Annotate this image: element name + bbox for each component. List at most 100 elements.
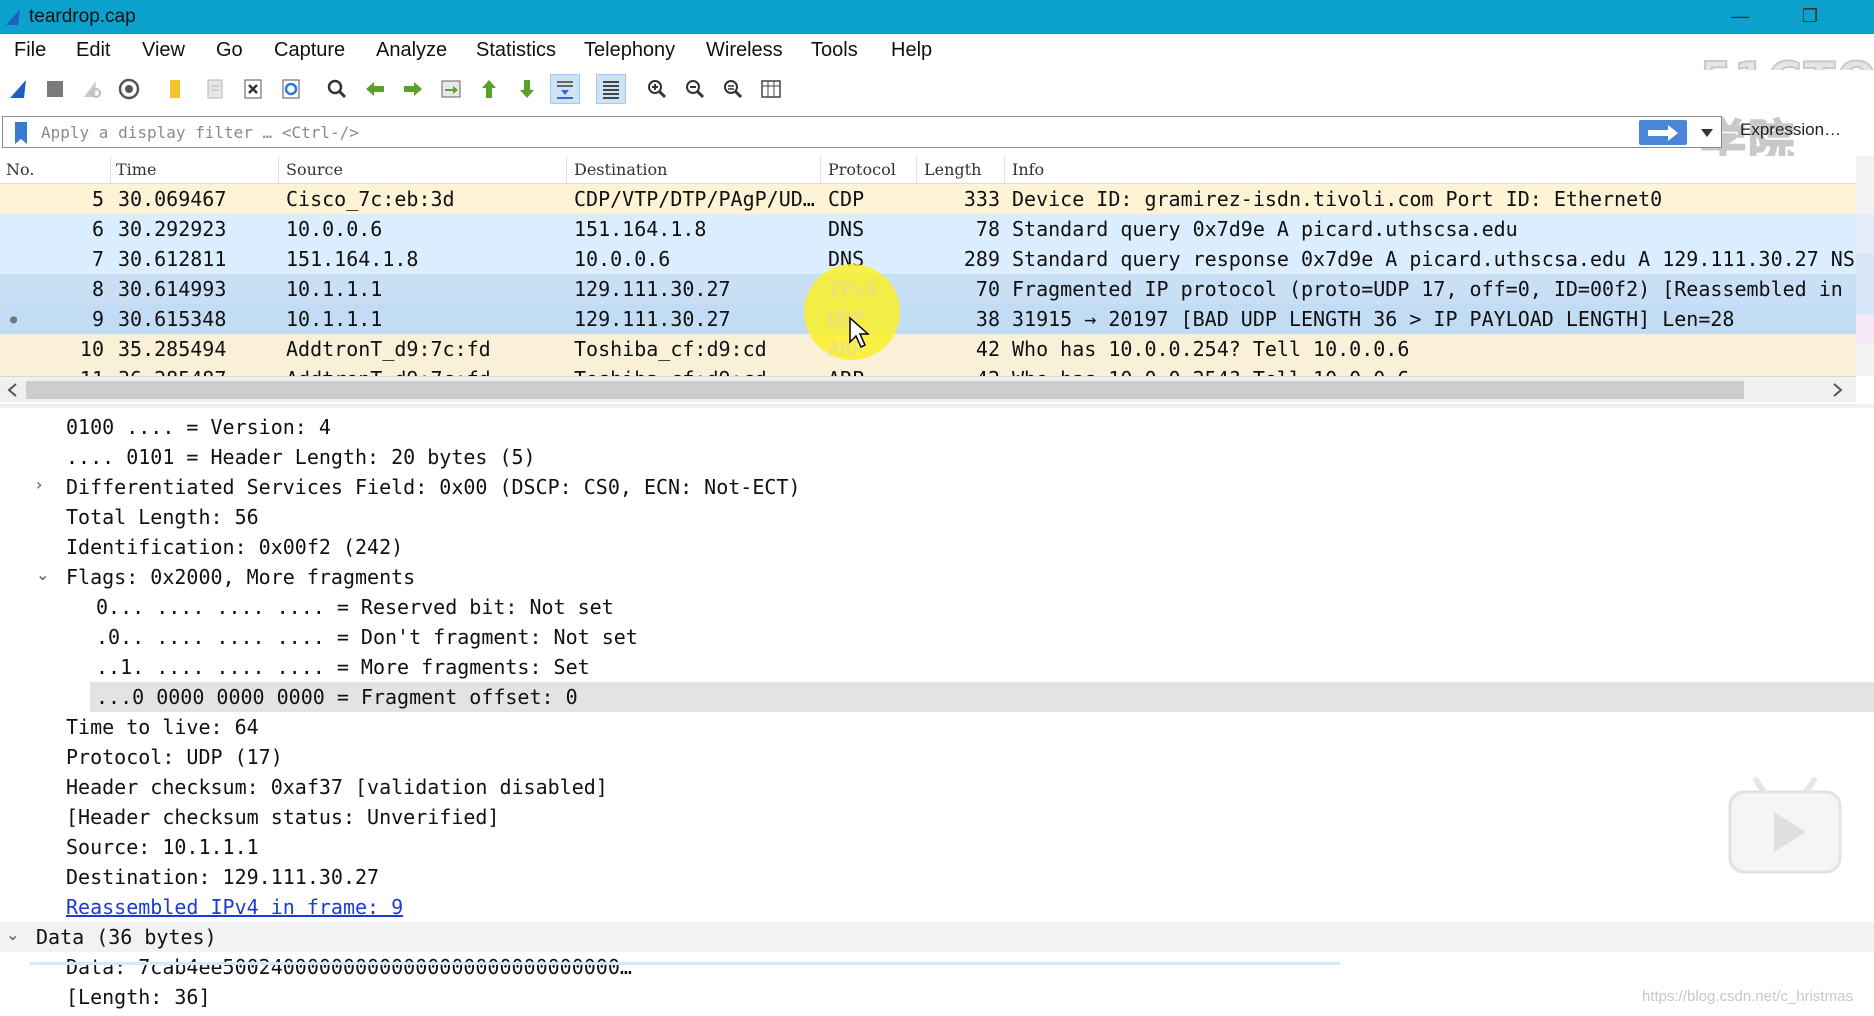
minimize-button[interactable]: — [1720,4,1760,30]
detail-row[interactable]: › Differentiated Services Field: 0x00 (DS… [0,472,1874,502]
detail-row[interactable]: Destination: 129.111.30.27 [0,862,1874,892]
menu-capture[interactable]: Capture [274,39,345,62]
filter-history-dropdown[interactable] [1695,120,1719,145]
video-play-icon[interactable] [1726,776,1844,876]
packet-row[interactable]: 5 30.069467 Cisco_7c:eb:3d CDP/VTP/DTP/P… [0,184,1856,214]
packet-info: Who has 10.0.0.254? Tell 10.0.0.6 [1012,367,1409,376]
detail-row[interactable]: 0... .... .... .... = Reserved bit: Not … [0,592,1874,622]
column-header-info[interactable]: Info [1012,160,1044,179]
menu-file[interactable]: File [14,39,46,62]
packet-info: Standard query response 0x7d9e A picard.… [1012,247,1855,271]
column-separator[interactable] [566,156,567,184]
detail-row-link[interactable]: Reassembled IPv4 in frame: 9 [0,892,1874,922]
zoom-in-icon[interactable] [642,74,672,104]
packet-row[interactable]: 7 30.612811 151.164.1.8 10.0.0.6 DNS 289… [0,244,1856,274]
expand-arrow-icon[interactable]: › [36,475,42,494]
packet-list-horizontal-scrollbar[interactable] [0,376,1856,402]
column-header-source[interactable]: Source [286,160,343,179]
expression-button[interactable]: Expression… [1740,120,1841,140]
packet-row[interactable]: 8 30.614993 10.1.1.1 129.111.30.27 IPv4 … [0,274,1856,304]
collapse-arrow-icon[interactable]: ⌄ [6,925,19,944]
packet-info: Device ID: gramirez-isdn.tivoli.com Port… [1012,187,1663,211]
apply-filter-button[interactable] [1639,120,1687,145]
display-filter-input[interactable] [41,117,1631,147]
detail-row[interactable]: Data: 7cab4ee500240000000000000000000000… [0,952,1874,982]
packet-row[interactable]: 6 30.292923 10.0.0.6 151.164.1.8 DNS 78 … [0,214,1856,244]
save-file-icon[interactable] [200,74,230,104]
packet-length: 333 [963,187,1000,211]
restart-capture-icon[interactable] [76,74,106,104]
collapse-arrow-icon[interactable]: ⌄ [36,565,49,584]
menu-help[interactable]: Help [891,39,932,62]
detail-text: [Length: 36] [66,985,211,1009]
restore-button[interactable]: ❐ [1790,4,1830,30]
packet-row-selected[interactable]: ● 9 30.615348 10.1.1.1 129.111.30.27 UDP… [0,304,1856,334]
pane-splitter[interactable] [0,404,1874,408]
stop-capture-icon[interactable] [40,74,70,104]
detail-row-section[interactable]: ⌄ Data (36 bytes) [0,922,1874,952]
reload-file-icon[interactable] [276,74,306,104]
menu-edit[interactable]: Edit [76,39,110,62]
packet-details-pane[interactable]: 0100 .... = Version: 4 .... 0101 = Heade… [0,410,1874,1016]
packet-source: Cisco_7c:eb:3d [286,187,455,211]
zoom-out-icon[interactable] [680,74,710,104]
go-forward-icon[interactable] [398,74,428,104]
reassembled-frame-link[interactable]: Reassembled IPv4 in frame: 9 [66,895,403,919]
packet-list[interactable]: 5 30.069467 Cisco_7c:eb:3d CDP/VTP/DTP/P… [0,184,1856,376]
scroll-right-icon[interactable] [1832,383,1844,397]
detail-row[interactable]: ..1. .... .... .... = More fragments: Se… [0,652,1874,682]
menu-statistics[interactable]: Statistics [476,39,556,62]
detail-row[interactable]: Total Length: 56 [0,502,1874,532]
packet-list-vertical-scrollbar[interactable] [1856,156,1874,376]
column-separator[interactable] [278,156,279,184]
find-packet-icon[interactable] [322,74,352,104]
scroll-left-icon[interactable] [6,383,18,397]
column-header-destination[interactable]: Destination [574,160,667,179]
column-separator[interactable] [110,156,111,184]
column-header-time[interactable]: Time [116,160,156,179]
packet-row[interactable]: 11 36.285487 AddtronT_d9:7c:fd Toshiba_c… [0,364,1856,376]
menu-view[interactable]: View [142,39,185,62]
detail-row[interactable]: Time to live: 64 [0,712,1874,742]
detail-row[interactable]: 0100 .... = Version: 4 [0,412,1874,442]
column-header-length[interactable]: Length [924,160,981,179]
column-separator[interactable] [820,156,821,184]
detail-row[interactable]: Protocol: UDP (17) [0,742,1874,772]
detail-row[interactable]: [Length: 36] [0,982,1874,1012]
go-back-icon[interactable] [360,74,390,104]
go-first-packet-icon[interactable] [474,74,504,104]
packet-time: 30.292923 [118,217,227,241]
column-header-no[interactable]: No. [6,160,34,179]
menu-tools[interactable]: Tools [811,39,858,62]
bookmark-icon[interactable] [9,120,33,146]
scrollbar-thumb[interactable] [26,381,1744,399]
go-last-packet-icon[interactable] [512,74,542,104]
detail-row[interactable]: [Header checksum status: Unverified] [0,802,1874,832]
title-bar: teardrop.cap — ❐ [0,0,1874,34]
menu-go[interactable]: Go [216,39,243,62]
close-file-icon[interactable] [238,74,268,104]
detail-row[interactable]: .... 0101 = Header Length: 20 bytes (5) [0,442,1874,472]
auto-scroll-icon[interactable] [550,74,580,104]
column-separator[interactable] [916,156,917,184]
packet-no: 6 [91,217,104,241]
shark-fin-start-icon[interactable] [4,74,34,104]
detail-row[interactable]: Identification: 0x00f2 (242) [0,532,1874,562]
colorize-icon[interactable] [596,74,626,104]
detail-row[interactable]: ⌄ Flags: 0x2000, More fragments [0,562,1874,592]
menu-analyze[interactable]: Analyze [376,39,447,62]
go-to-packet-icon[interactable] [436,74,466,104]
detail-row-selected[interactable]: ...0 0000 0000 0000 = Fragment offset: 0 [90,682,1874,712]
normal-size-icon[interactable] [718,74,748,104]
column-separator[interactable] [1004,156,1005,184]
detail-row[interactable]: Source: 10.1.1.1 [0,832,1874,862]
open-file-icon[interactable] [160,74,190,104]
column-header-protocol[interactable]: Protocol [828,160,896,179]
capture-options-icon[interactable] [114,74,144,104]
detail-row[interactable]: .0.. .... .... .... = Don't fragment: No… [0,622,1874,652]
detail-row[interactable]: Header checksum: 0xaf37 [validation disa… [0,772,1874,802]
packet-row[interactable]: 10 35.285494 AddtronT_d9:7c:fd Toshiba_c… [0,334,1856,364]
menu-wireless[interactable]: Wireless [706,39,783,62]
menu-telephony[interactable]: Telephony [584,39,675,62]
resize-columns-icon[interactable] [756,74,786,104]
